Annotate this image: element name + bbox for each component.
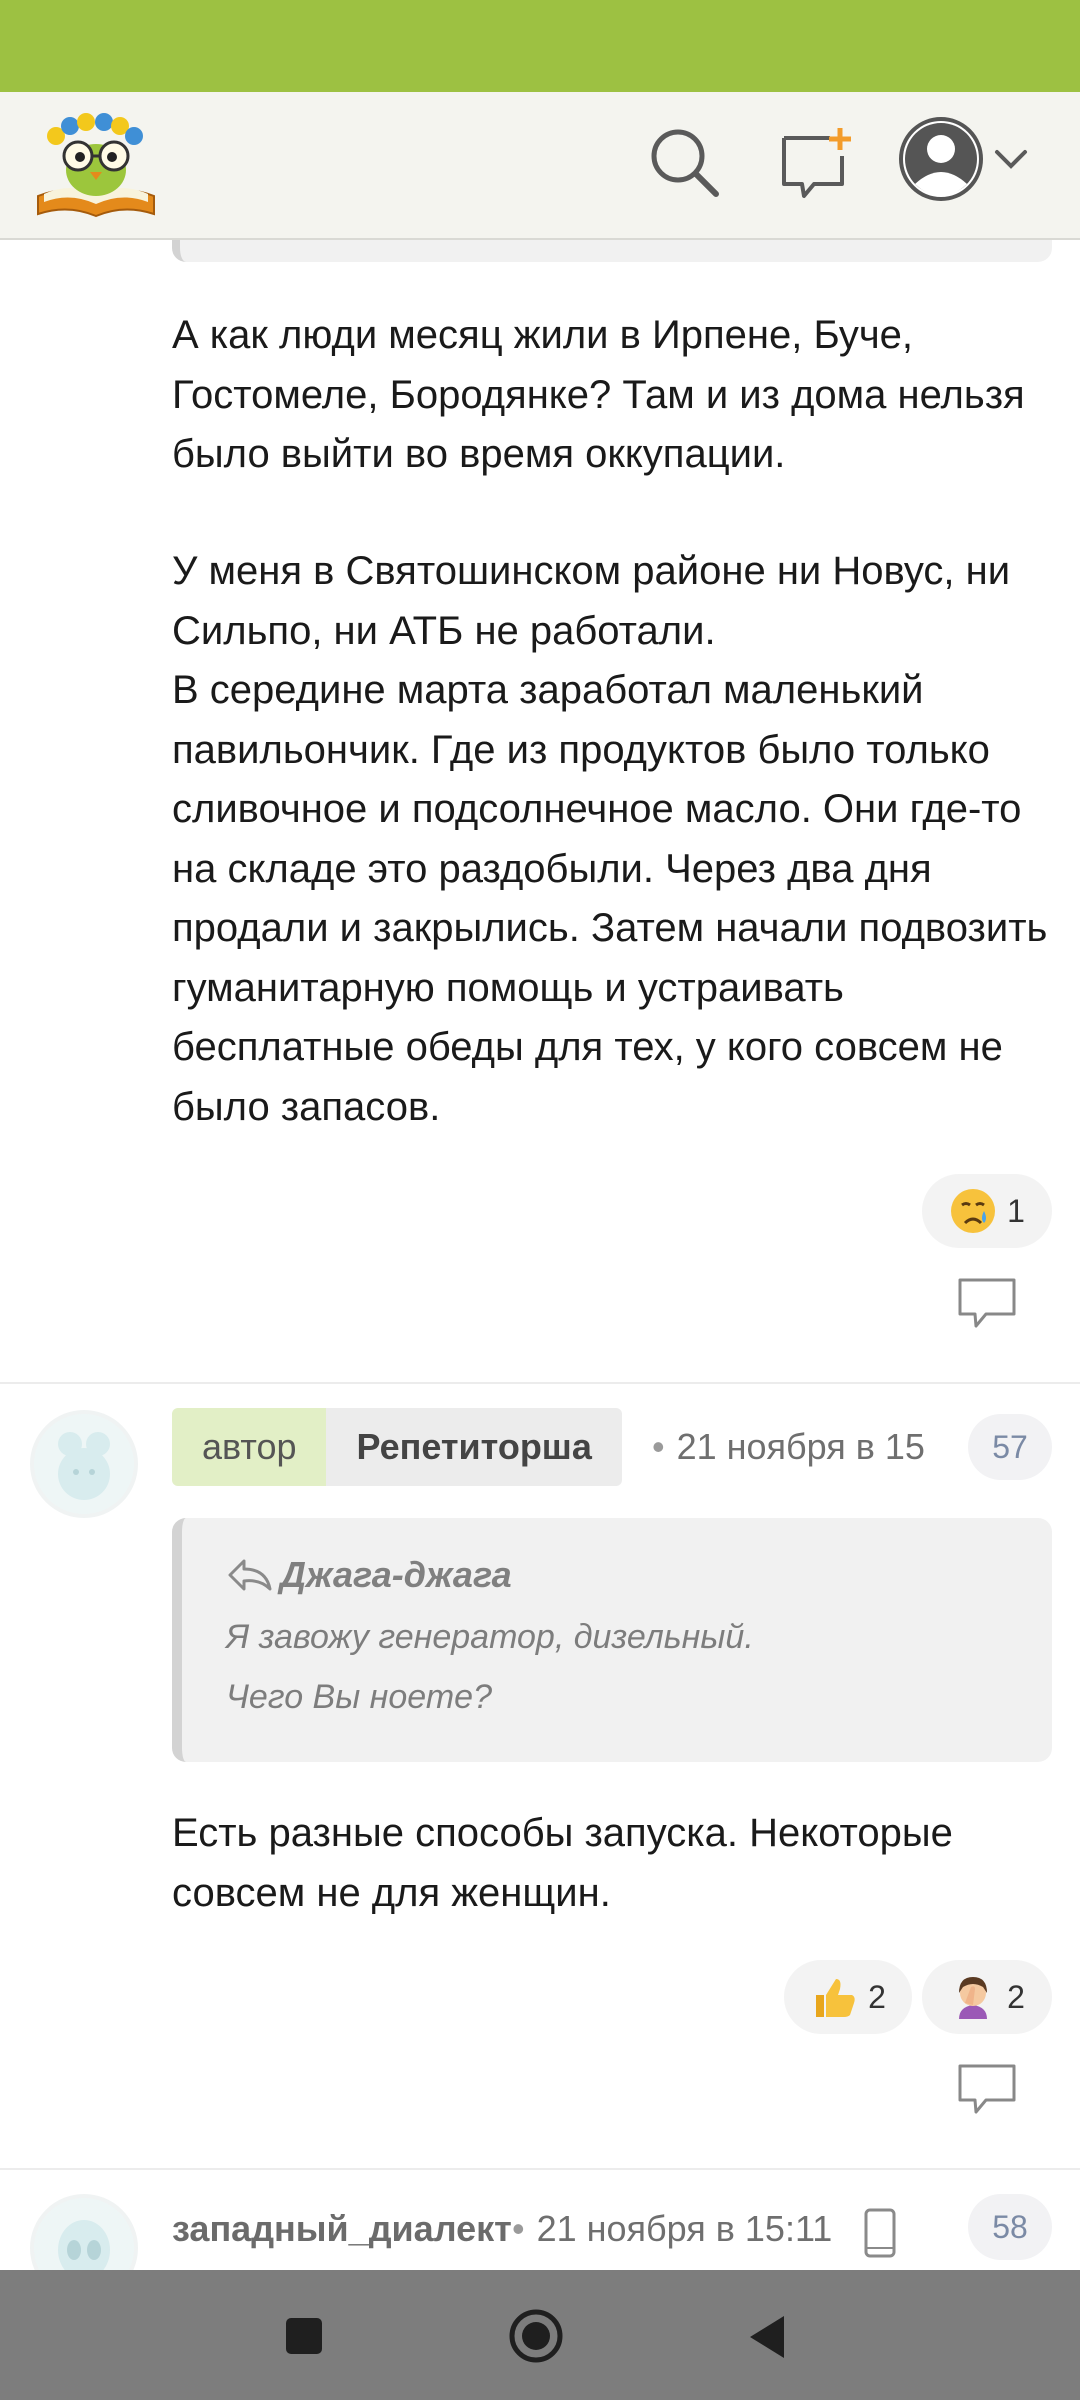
- comment-number-badge[interactable]: 58: [968, 2194, 1052, 2260]
- search-icon[interactable]: [646, 124, 722, 200]
- reply-icon[interactable]: [956, 2062, 1018, 2118]
- comments-feed: А как люди месяц жили в Ирпене, Буче, Го…: [0, 240, 1080, 2270]
- top-header: [0, 92, 1080, 240]
- reaction-thumbs-up[interactable]: 2: [784, 1960, 912, 2034]
- comment-paragraph: Есть разные способы запуска. Некоторые с…: [172, 1811, 953, 1915]
- quote-text-line: Чего Вы ноете?: [226, 1678, 492, 1716]
- comment-date: 21 ноября в 15:11: [536, 2208, 833, 2249]
- reply-icon[interactable]: [956, 1276, 1018, 1332]
- chevron-down-icon[interactable]: [993, 144, 1029, 174]
- comment-date: 21 ноября в 15: [676, 1426, 925, 1467]
- user-avatar[interactable]: [30, 2194, 138, 2270]
- quote-text-line: Я завожу генератор, дизельный.: [226, 1618, 754, 1656]
- comment-text: А как люди месяц жили в Ирпене, Буче, Го…: [172, 306, 1052, 485]
- reaction-crying[interactable]: 1: [922, 1174, 1052, 1248]
- reaction-facepalm[interactable]: 2: [922, 1960, 1052, 2034]
- user-avatar[interactable]: [30, 1410, 138, 1518]
- quote-header: Джага-джага: [226, 1554, 512, 1596]
- new-post-icon[interactable]: [778, 126, 854, 202]
- separator-dot: •: [652, 1426, 665, 1467]
- reaction-count: 1: [1007, 1192, 1025, 1229]
- quote-block-end: [172, 240, 1052, 262]
- author-role-label: автор: [172, 1408, 327, 1486]
- thumbs-up-icon: [816, 1979, 855, 2017]
- comment-number-badge[interactable]: 57: [968, 1414, 1052, 1480]
- comment-author[interactable]: западный_диалект: [172, 2208, 512, 2250]
- profile-avatar-icon[interactable]: [898, 116, 984, 202]
- mobile-phone-icon: [862, 2208, 898, 2258]
- facepalm-icon: [959, 1977, 988, 2019]
- reply-arrow-icon: [228, 1559, 272, 1591]
- divider: [0, 1382, 1080, 1384]
- back-button[interactable]: [746, 2314, 788, 2365]
- comment-paragraph: А как люди месяц жили в Ирпене, Буче, Го…: [172, 313, 1025, 476]
- quote-author[interactable]: Джага-джага: [280, 1554, 512, 1596]
- recent-apps-button[interactable]: [284, 2316, 324, 2361]
- author-badge[interactable]: автор Репетиторша: [172, 1408, 622, 1486]
- site-logo[interactable]: [34, 110, 158, 222]
- home-button[interactable]: [508, 2308, 564, 2369]
- comment-meta: • 21 ноября в 15: [640, 1426, 930, 1468]
- reaction-count: 2: [868, 1978, 886, 2015]
- status-bar: [0, 0, 1080, 92]
- separator-dot: •: [512, 2208, 525, 2249]
- comment-paragraph: В середине марта заработал маленький пав…: [172, 668, 1048, 1129]
- reaction-count: 2: [1007, 1978, 1025, 2015]
- system-navigation-bar: [0, 2270, 1080, 2400]
- comment-text: Есть разные способы запуска. Некоторые с…: [172, 1804, 1052, 1923]
- author-name[interactable]: Репетиторша: [326, 1408, 622, 1486]
- comment-meta: • 21 ноября в 15:11: [500, 2208, 832, 2250]
- crying-face-icon: [951, 1189, 996, 1233]
- comment-paragraph: У меня в Святошинском районе ни Новус, н…: [172, 549, 1011, 653]
- comment-text: У меня в Святошинском районе ни Новус, н…: [172, 542, 1052, 1137]
- quote-block: Джага-джага Я завожу генератор, дизельны…: [172, 1518, 1052, 1762]
- divider: [0, 2168, 1080, 2170]
